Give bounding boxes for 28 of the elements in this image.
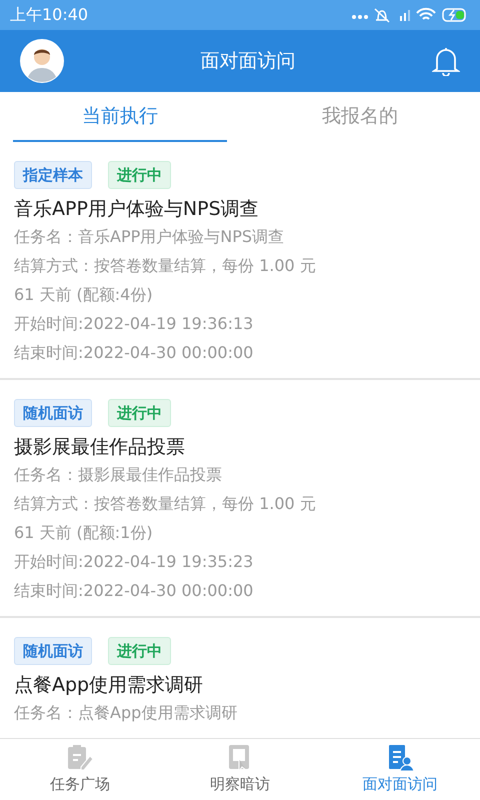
screen-title: 面对面访问 [200,48,296,74]
task-detail: 开始时间:2022-04-19 19:35:23 [14,551,254,573]
task-detail: 结束时间:2022-04-30 00:00:00 [14,342,254,364]
task-title[interactable]: 音乐APP用户体验与NPS调查 [14,196,466,222]
category-tag: 随机面访 [14,637,92,665]
task-detail: 任务名：摄影展最佳作品投票 [14,464,223,486]
avatar-icon[interactable] [20,39,64,83]
task-detail: 任务名：音乐APP用户体验与NPS调查 [14,226,286,248]
nav-tab[interactable]: 任务广场 [0,739,160,800]
bell-icon[interactable] [432,46,460,76]
status-tag: 进行中 [108,637,171,665]
status-tag: 进行中 [108,161,171,189]
task-detail: 61 天前 (配额:4份) [14,284,154,306]
task-detail: 61 天前 (配额:1份) [14,522,154,544]
task-detail: 结算方式：按答卷数量结算，每份 1.00 元 [14,493,317,515]
nav-tab[interactable]: 明察暗访 [160,739,320,800]
category-tag: 随机面访 [14,399,92,427]
task-detail: 任务名：点餐App使用需求调研 [14,702,238,724]
task-detail: 结束时间:2022-04-30 00:00:00 [14,580,254,602]
status-tag: 进行中 [108,399,171,427]
task-detail: 开始时间:2022-04-19 19:36:13 [14,313,254,335]
task-title[interactable]: 摄影展最佳作品投票 [14,434,466,460]
task-title[interactable]: 点餐App使用需求调研 [14,672,466,698]
status-time: 上午10:40 [10,4,88,26]
nav-tab[interactable]: 面对面访问 [320,739,480,800]
tab[interactable]: 当前执行 [13,92,227,142]
task-detail: 结算方式：按答卷数量结算，每份 1.00 元 [14,255,317,277]
category-tag: 指定样本 [14,161,92,189]
